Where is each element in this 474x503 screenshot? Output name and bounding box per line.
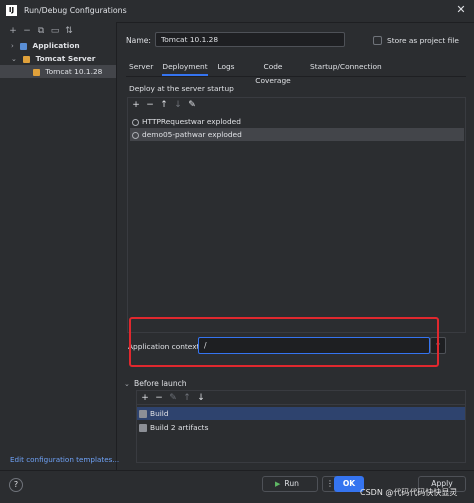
store-as-project-file-label: Store as project file [387,36,459,45]
tab-server[interactable]: Server [129,60,153,74]
before-launch-item[interactable]: Build [137,407,465,420]
store-as-project-file-checkbox[interactable] [373,36,382,45]
configurations-tree-pane [0,22,117,470]
help-button[interactable]: ? [9,478,23,492]
csdn-watermark: CSDN @代码代码快快显灵 [360,488,458,497]
add-icon[interactable]: + [131,100,141,110]
deploy-at-startup-label: Deploy at the server startup [129,84,234,93]
intellij-app-icon: IJ [6,5,17,16]
tab-logs[interactable]: Logs [216,60,236,74]
add-icon[interactable]: + [8,26,18,36]
edit-icon[interactable]: ✎ [168,393,178,403]
close-icon[interactable]: ✕ [454,3,468,17]
tomcat-icon [33,68,40,76]
window-title: Run/Debug Configurations [24,6,127,15]
move-up-icon[interactable]: ↑ [159,100,169,110]
add-icon[interactable]: + [140,393,150,403]
tree-item-label: Tomcat 10.1.28 [45,67,103,76]
run-button[interactable]: ▶ Run [262,476,318,492]
artifact-label: HTTPRequestwar exploded [142,117,241,126]
tab-deployment[interactable]: Deployment [162,60,208,76]
tab-code-coverage[interactable]: Code Coverage [246,60,300,85]
build-icon [139,410,147,418]
build-icon [139,424,147,432]
tomcat-icon [23,55,31,63]
sort-icon[interactable]: ⇅ [64,26,74,36]
edit-templates-link[interactable]: Edit configuration templates... [10,455,119,464]
edit-icon[interactable]: ✎ [187,100,197,110]
remove-icon[interactable]: − [22,26,32,36]
artifact-label: demo05-pathwar exploded [142,130,242,139]
before-launch-item[interactable]: Build 2 artifacts [137,421,465,434]
artifact-row[interactable]: HTTPRequestwar exploded [130,115,464,128]
run-label: Run [284,479,299,488]
name-label: Name: [126,36,151,45]
tab-divider [126,76,466,77]
tab-startup-connection[interactable]: Startup/Connection [310,60,382,74]
before-launch-item-label: Build [150,409,169,418]
tree-item-tomcat-config[interactable]: Tomcat 10.1.28 [0,65,116,78]
run-icon: ▶ [275,480,281,488]
highlight-annotation [129,317,439,367]
move-down-icon[interactable]: ↓ [173,100,183,110]
copy-icon[interactable]: ⧉ [36,26,46,36]
chevron-down-icon[interactable]: ⌄ [124,380,130,388]
artifact-icon [132,131,139,139]
folder-icon[interactable]: ▭ [50,26,60,36]
tree-item-application[interactable]: › Application [0,39,116,52]
artifact-icon [132,118,139,126]
toolbar-divider [137,404,465,405]
move-down-icon[interactable]: ↓ [196,393,206,403]
move-up-icon[interactable]: ↑ [182,393,192,403]
tree-item-label: Tomcat Server [35,54,96,63]
chevron-right-icon: › [11,42,14,50]
tree-item-tomcat-server[interactable]: ⌄ Tomcat Server [0,52,116,65]
application-icon [20,42,28,50]
name-field[interactable] [155,32,345,47]
tree-item-label: Application [32,41,80,50]
before-launch-item-label: Build 2 artifacts [150,423,209,432]
before-launch-label: Before launch [134,379,187,388]
remove-icon[interactable]: − [154,393,164,403]
remove-icon[interactable]: − [145,100,155,110]
chevron-down-icon: ⌄ [11,55,17,63]
artifact-row[interactable]: demo05-pathwar exploded [130,128,464,141]
